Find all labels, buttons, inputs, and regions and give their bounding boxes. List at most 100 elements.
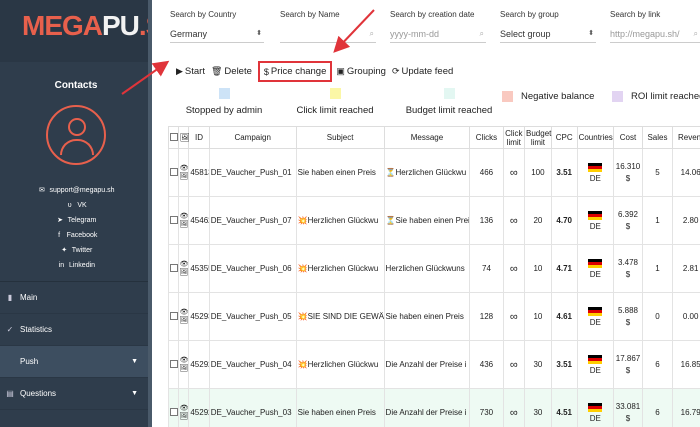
sidebar-item-label: Statistics	[20, 325, 53, 334]
column-header-click-limit[interactable]: Click limit	[502, 126, 526, 149]
cell-budget-limit: 30	[524, 340, 552, 389]
image-icon[interactable]: 🖼	[180, 365, 188, 373]
row-checkbox[interactable]	[168, 388, 179, 427]
cell-campaign[interactable]: DE_Vaucher_Push_01	[208, 148, 297, 197]
table-row[interactable]: 👁🖼452923DE_Vaucher_Push_03Sie haben eine…	[168, 388, 700, 427]
group-select-value: Select group	[500, 29, 551, 39]
logo-text-mega: MEGA	[22, 10, 103, 41]
contact-twitter[interactable]: ✦ Twitter	[0, 243, 152, 258]
row-view-cell: 👁 🖼	[177, 340, 190, 389]
price-change-button[interactable]: $ Price change	[257, 61, 333, 82]
column-header-countries[interactable]: Countries	[576, 126, 615, 149]
row-checkbox[interactable]	[168, 196, 179, 245]
start-button[interactable]: ▶ Start	[176, 66, 205, 77]
column-header-cost[interactable]: Cost	[613, 126, 643, 149]
cell-message: Die Anzahl der Preise i	[383, 388, 471, 427]
eye-icon[interactable]: 👁	[180, 357, 188, 365]
row-checkbox[interactable]	[168, 292, 179, 341]
sidebar-item-main[interactable]: ▮ Main	[0, 282, 152, 314]
legend-label: ROI limit reached	[631, 91, 700, 102]
message-emoji-icon: ⏳	[385, 168, 396, 177]
eye-icon[interactable]: 👁	[180, 309, 188, 317]
toolbar: ▶ Start 🗑 Delete $ Price change ▣ Grouping ⟳…	[176, 61, 459, 82]
group-filter-label: Search by group	[500, 10, 559, 19]
contact-facebook[interactable]: f Facebook	[0, 228, 152, 243]
cell-campaign[interactable]: DE_Vaucher_Push_04	[208, 340, 297, 389]
column-header-cpc[interactable]: CPC	[550, 126, 578, 149]
select-all-checkbox[interactable]	[168, 126, 179, 149]
eye-icon[interactable]: 👁	[180, 405, 188, 413]
cell-id: 458138	[188, 148, 210, 197]
row-view-cell: 👁 🖼	[177, 388, 190, 427]
cell-campaign[interactable]: DE_Vaucher_Push_03	[208, 388, 297, 427]
main-icon: ▮	[7, 293, 13, 302]
germany-flag-icon	[588, 402, 603, 412]
column-header-sales[interactable]: Sales	[641, 126, 674, 149]
refresh-icon: ⟳	[391, 66, 400, 76]
cell-campaign[interactable]: DE_Vaucher_Push_06	[208, 244, 297, 293]
sidebar-item-questions[interactable]: ▤ Questions ▼	[0, 378, 152, 410]
germany-flag-icon	[588, 210, 603, 220]
table-row[interactable]: 👁🖼452924DE_Vaucher_Push_04💥Herzlichen Gl…	[168, 340, 700, 389]
row-view-cell: 👁 🖼	[177, 148, 190, 197]
contact-telegram[interactable]: ➤ Telegram	[0, 213, 152, 228]
sidebar-item-statistics[interactable]: ✓ Statistics	[0, 314, 152, 346]
cell-cost: 3.478 $	[613, 244, 643, 293]
column-header-budget-limit[interactable]: Budget limit	[524, 126, 552, 149]
search-icon: ⌕	[369, 29, 374, 38]
cell-message: Sie haben einen Preis	[383, 292, 471, 341]
subject-text: Herzlichen Glückwu	[307, 360, 379, 369]
cell-subject: 💥SIE SIND DIE GEWÄ	[295, 292, 385, 341]
sidebar-item-push[interactable]: Push ▼	[0, 346, 152, 378]
image-icon[interactable]: 🖼	[180, 221, 188, 229]
date-search-input[interactable]: yyyy-mm-dd ⌕	[390, 29, 486, 43]
table-row[interactable]: 👁🖼454629DE_Vaucher_Push_07💥Herzlichen Gl…	[168, 196, 700, 245]
row-checkbox[interactable]	[168, 340, 179, 389]
table-header-row: 🖼 ID Campaign Subject Message Clicks Cli…	[168, 126, 700, 149]
contact-envelope[interactable]: ✉ support@megapu.sh	[0, 183, 152, 198]
column-header-id[interactable]: ID	[188, 126, 210, 149]
cell-cpc: 4.71	[550, 244, 578, 293]
germany-flag-icon	[588, 306, 603, 316]
country-filter: Search by Country Germany ⬍	[170, 10, 264, 43]
update-feed-button[interactable]: ⟳ Update feed	[392, 66, 453, 77]
country-select[interactable]: Germany ⬍	[170, 29, 264, 43]
image-icon[interactable]: 🖼	[180, 269, 188, 277]
column-header-subject[interactable]: Subject	[295, 126, 385, 149]
contact-vk[interactable]: ʋ VK	[0, 198, 152, 213]
cell-revenue: 16.85 $	[672, 340, 700, 389]
link-search-input[interactable]: http://megapu.sh/ ⌕	[610, 29, 700, 43]
group-select[interactable]: Select group ⬍	[500, 29, 596, 43]
name-search-input[interactable]: ⌕	[280, 29, 376, 43]
cell-click-limit: ∞	[502, 148, 526, 197]
column-header-campaign[interactable]: Campaign	[208, 126, 297, 149]
row-checkbox[interactable]	[168, 244, 179, 293]
cell-campaign[interactable]: DE_Vaucher_Push_07	[208, 196, 297, 245]
cell-cpc: 4.51	[550, 388, 578, 427]
column-header-message[interactable]: Message	[383, 126, 471, 149]
image-icon[interactable]: 🖼	[180, 173, 188, 181]
table-row[interactable]: 👁🖼458138DE_Vaucher_Push_01Sie haben eine…	[168, 148, 700, 197]
country-code: DE	[589, 413, 601, 423]
grouping-button[interactable]: ▣ Grouping	[336, 66, 386, 77]
image-icon[interactable]: 🖼	[180, 317, 188, 325]
subject-emoji-icon: 💥	[297, 264, 308, 273]
eye-icon[interactable]: 👁	[180, 261, 188, 269]
image-icon[interactable]: 🖼	[180, 413, 188, 421]
table-row[interactable]: 👁🖼452930DE_Vaucher_Push_05💥SIE SIND DIE …	[168, 292, 700, 341]
country-code: DE	[589, 173, 601, 183]
delete-button[interactable]: 🗑 Delete	[211, 66, 252, 77]
row-checkbox[interactable]	[168, 148, 179, 197]
column-header-clicks[interactable]: Clicks	[469, 126, 504, 149]
eye-icon[interactable]: 👁	[180, 213, 188, 221]
column-header-revenue[interactable]: Revenue	[672, 126, 700, 149]
delete-button-label: Delete	[224, 66, 252, 77]
table-row[interactable]: 👁🖼453551DE_Vaucher_Push_06💥Herzlichen Gl…	[168, 244, 700, 293]
contact-linkedin[interactable]: in Linkedin	[0, 258, 152, 273]
cell-campaign[interactable]: DE_Vaucher_Push_05	[208, 292, 297, 341]
price-change-button-label: Price change	[270, 66, 327, 77]
cell-message: Die Anzahl der Preise i	[383, 340, 471, 389]
logo[interactable]: MEGAPU.SH	[0, 0, 152, 62]
date-filter: Search by creation date yyyy-mm-dd ⌕	[390, 10, 486, 43]
eye-icon[interactable]: 👁	[180, 165, 188, 173]
